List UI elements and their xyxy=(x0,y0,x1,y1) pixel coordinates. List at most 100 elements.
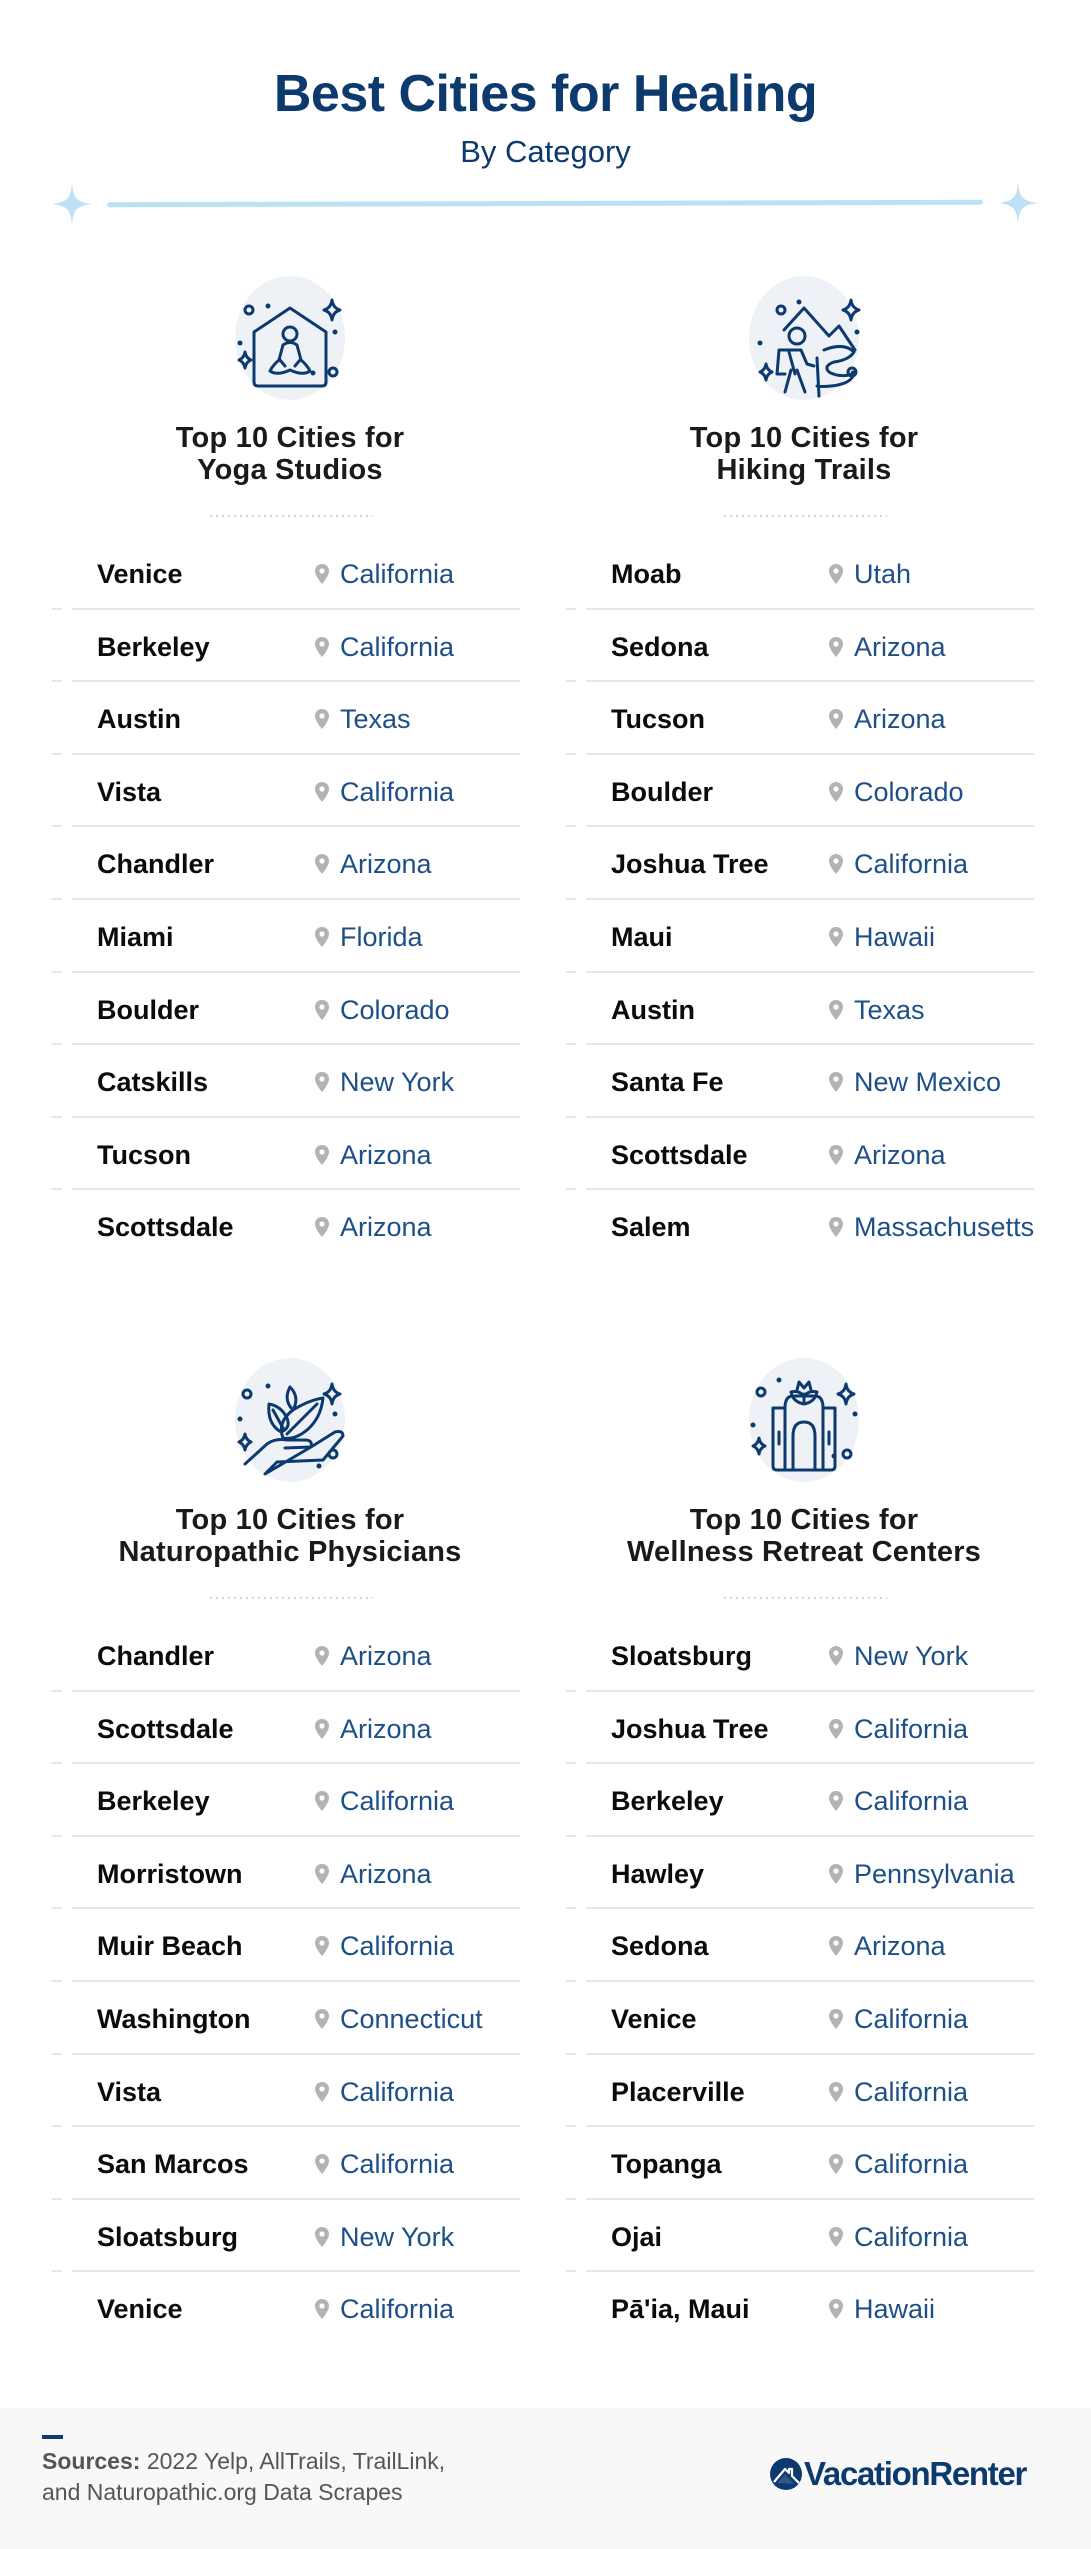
heading-line-2: Hiking Trails xyxy=(716,454,892,486)
location-pin-icon xyxy=(829,1072,843,1093)
state-name: New York xyxy=(340,2221,455,2252)
list-item: Joshua Tree California xyxy=(566,827,1039,900)
city-name: Austin xyxy=(611,994,695,1025)
list-item: Scottsdale Arizona xyxy=(566,1118,1039,1191)
list-item: Venice California xyxy=(52,537,525,610)
city-list: Sloatsburg New York Joshua Tree California B… xyxy=(566,1619,1039,2345)
city-name: Scottsdale xyxy=(97,1212,234,1243)
list-item: Morristown Arizona xyxy=(52,1837,525,1910)
list-item: Sedona Arizona xyxy=(566,610,1039,683)
list-item: Salem Massachusetts xyxy=(569,1190,1039,1263)
heading-line-2: Naturopathic Physicians xyxy=(118,1536,462,1568)
list-item: Topanga California xyxy=(566,2127,1039,2200)
sources-line-1: 2022 Yelp, AllTrails, TrailLink, xyxy=(140,2448,446,2474)
city-name: Sloatsburg xyxy=(611,1641,753,1671)
heading-line-1: Top 10 Cities for xyxy=(175,422,405,454)
state-name: Utah xyxy=(854,559,912,589)
city-name: Morristown xyxy=(97,1858,243,1889)
city-name: San Marcos xyxy=(97,2149,249,2180)
state-name: Pennsylvania xyxy=(854,1858,1015,1889)
sources-line-2: and Naturopathic.org Data Scrapes xyxy=(42,2479,403,2505)
location-pin-icon xyxy=(315,2008,329,2029)
city-name: Washington xyxy=(97,2003,251,2034)
city-name: Boulder xyxy=(97,994,200,1025)
state-name: Colorado xyxy=(854,776,964,807)
list-item: Muir Beach California xyxy=(52,1909,525,1982)
location-pin-icon xyxy=(315,2154,329,2175)
city-name: Pā'ia, Maui xyxy=(611,2294,750,2325)
city-list: Venice California Berkeley California Austin… xyxy=(52,537,525,1263)
header-divider xyxy=(106,199,984,208)
location-pin-icon xyxy=(829,1718,843,1739)
city-name: Tucson xyxy=(611,704,705,735)
list-item: Miami Florida xyxy=(52,900,525,973)
location-pin-icon xyxy=(315,1072,329,1093)
state-name: California xyxy=(340,776,455,807)
city-name: Vista xyxy=(97,776,162,807)
dotted-divider xyxy=(208,1597,373,1599)
state-name: Colorado xyxy=(340,994,450,1025)
location-pin-icon xyxy=(315,709,329,730)
sparkle-icon xyxy=(998,181,1038,225)
location-pin-icon xyxy=(829,1791,843,1812)
city-name: Sloatsburg xyxy=(97,2221,239,2252)
list-item: Santa Fe New Mexico xyxy=(566,1045,1039,1118)
list-item: Berkeley California xyxy=(52,1764,525,1837)
list-item: Tucson Arizona xyxy=(52,1118,525,1191)
location-pin-icon xyxy=(315,1863,329,1884)
city-name: Scottsdale xyxy=(97,1713,234,1744)
state-name: California xyxy=(340,559,455,589)
state-name: Massachusetts xyxy=(854,1212,1035,1243)
list-item: Boulder Colorado xyxy=(52,973,525,1046)
yoga-house-icon xyxy=(225,270,355,400)
state-name: California xyxy=(854,2003,969,2034)
list-item: Hawley Pennsylvania xyxy=(566,1837,1039,1910)
state-name: California xyxy=(340,1931,455,1962)
list-item: Vista California xyxy=(52,755,525,828)
location-pin-icon xyxy=(315,1791,329,1812)
state-name: Arizona xyxy=(340,1641,432,1671)
list-item: Pā'ia, Maui Hawaii xyxy=(569,2272,1039,2345)
state-name: Arizona xyxy=(854,1931,946,1962)
state-name: California xyxy=(340,2076,455,2107)
vacationrenter-logo[interactable]: VacationRenter xyxy=(769,2456,1027,2492)
section-heading: Top 10 Cities for Naturopathic Physician… xyxy=(55,1504,525,1568)
list-item: Moab Utah xyxy=(566,537,1039,610)
page-subtitle: By Category xyxy=(460,134,631,169)
list-item: Chandler Arizona xyxy=(52,827,525,900)
list-item: Sedona Arizona xyxy=(566,1909,1039,1982)
city-name: Joshua Tree xyxy=(611,849,769,880)
footer-accent-dash xyxy=(42,2435,63,2439)
city-name: Venice xyxy=(97,559,183,589)
location-pin-icon xyxy=(829,709,843,730)
city-name: Miami xyxy=(97,921,174,952)
list-item: Scottsdale Arizona xyxy=(52,1692,525,1765)
location-pin-icon xyxy=(829,564,843,584)
location-pin-icon xyxy=(829,2008,843,2029)
list-item: Tucson Arizona xyxy=(566,682,1039,755)
location-pin-icon xyxy=(315,636,329,657)
state-name: New York xyxy=(854,1641,969,1671)
location-pin-icon xyxy=(315,1646,329,1666)
list-item: Vista California xyxy=(52,2055,525,2128)
city-name: Chandler xyxy=(97,1641,215,1671)
city-list: Chandler Arizona Scottsdale Arizona Berkeley… xyxy=(52,1619,525,2345)
list-item: Berkeley California xyxy=(52,610,525,683)
heading-line-2: Wellness Retreat Centers xyxy=(626,1536,982,1568)
city-name: Santa Fe xyxy=(611,1067,724,1098)
city-name: Maui xyxy=(611,921,673,952)
logo-house-icon xyxy=(770,2458,802,2490)
state-name: California xyxy=(854,849,969,880)
city-name: Salem xyxy=(611,1212,691,1243)
state-name: Florida xyxy=(340,921,423,952)
dotted-divider xyxy=(722,1597,887,1599)
list-item: San Marcos California xyxy=(52,2127,525,2200)
list-item: Placerville California xyxy=(566,2055,1039,2128)
state-name: California xyxy=(340,631,455,662)
state-name: California xyxy=(340,1786,455,1817)
state-name: Texas xyxy=(340,704,411,735)
heading-line-1: Top 10 Cities for xyxy=(175,1504,405,1536)
location-pin-icon xyxy=(315,926,329,947)
city-name: Moab xyxy=(611,559,682,589)
location-pin-icon xyxy=(315,999,329,1020)
